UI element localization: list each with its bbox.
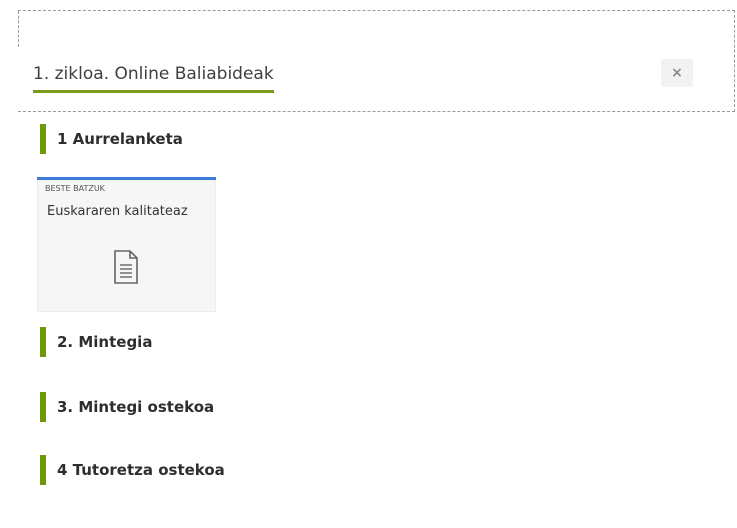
- section-marker: [40, 327, 46, 357]
- section-aurrelanketa[interactable]: 1 Aurrelanketa: [40, 124, 183, 154]
- section-mintegi-ostekoa[interactable]: 3. Mintegi ostekoa: [40, 392, 214, 422]
- resource-category: BESTE BATZUK: [45, 184, 105, 193]
- section-label: 4 Tutoretza ostekoa: [57, 461, 225, 479]
- resource-card[interactable]: BESTE BATZUK Euskararen kalitateaz: [37, 177, 216, 312]
- section-label: 1 Aurrelanketa: [57, 130, 183, 148]
- section-marker: [40, 455, 46, 485]
- section-marker: [40, 124, 46, 154]
- resource-title: Euskararen kalitateaz: [47, 204, 188, 219]
- document-icon: [112, 250, 140, 289]
- modal-title: 1. zikloa. Online Baliabideak: [33, 64, 274, 93]
- section-marker: [40, 392, 46, 422]
- section-label: 2. Mintegia: [57, 333, 153, 351]
- section-tutoretza-ostekoa[interactable]: 4 Tutoretza ostekoa: [40, 455, 225, 485]
- close-button[interactable]: ×: [661, 59, 693, 87]
- background-partial-text: [30, 44, 710, 58]
- section-label: 3. Mintegi ostekoa: [57, 398, 215, 416]
- section-mintegia[interactable]: 2. Mintegia: [40, 327, 152, 357]
- background-dashed-frame: [18, 10, 735, 112]
